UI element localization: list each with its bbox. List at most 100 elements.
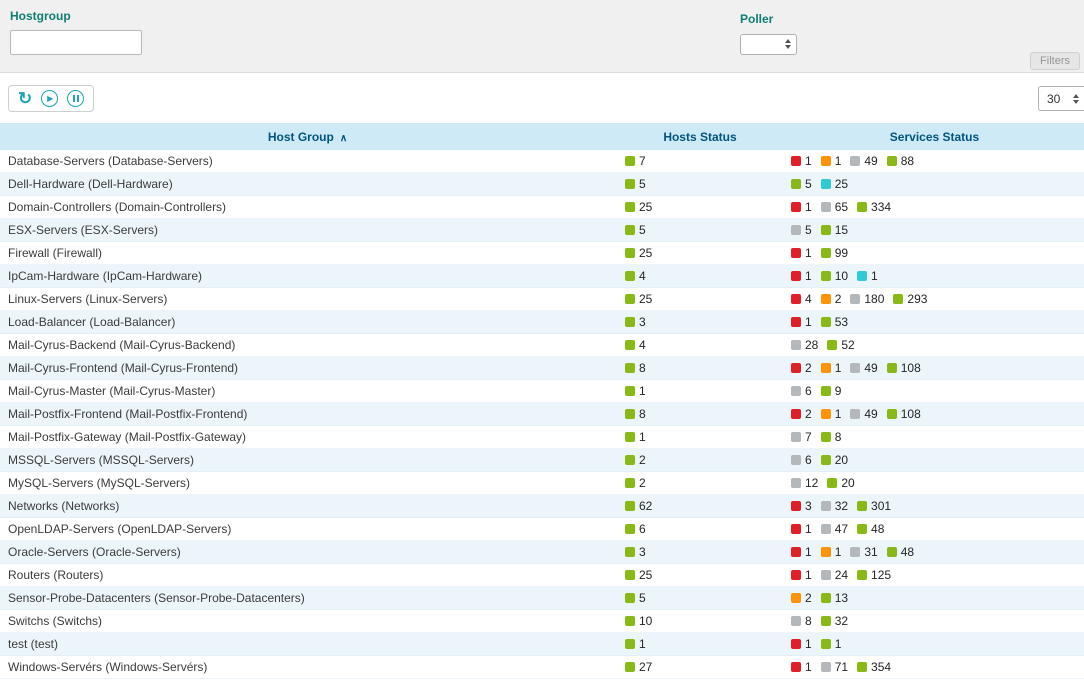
hostgroup-name-link[interactable]: Routers (Routers) bbox=[8, 568, 103, 582]
status-badge-ok[interactable]: 15 bbox=[821, 223, 848, 237]
page-size-select[interactable]: 30 bbox=[1038, 86, 1084, 111]
column-header-hosts-status[interactable]: Hosts Status bbox=[615, 130, 785, 144]
status-badge-up[interactable]: 2 bbox=[625, 453, 646, 467]
status-badge-unknown[interactable]: 28 bbox=[791, 338, 818, 352]
status-badge-unknown[interactable]: 71 bbox=[821, 660, 848, 674]
status-badge-ok[interactable]: 20 bbox=[827, 476, 854, 490]
status-badge-ok[interactable]: 48 bbox=[857, 522, 884, 536]
status-badge-ok[interactable]: 108 bbox=[887, 361, 921, 375]
status-badge-up[interactable]: 25 bbox=[625, 200, 652, 214]
status-badge-up[interactable]: 5 bbox=[625, 591, 646, 605]
status-badge-unknown[interactable]: 65 bbox=[821, 200, 848, 214]
hostgroup-name-link[interactable]: Sensor-Probe-Datacenters (Sensor-Probe-D… bbox=[8, 591, 305, 605]
status-badge-ok[interactable]: 334 bbox=[857, 200, 891, 214]
pause-icon[interactable] bbox=[67, 90, 84, 107]
status-badge-up[interactable]: 25 bbox=[625, 292, 652, 306]
status-badge-unknown[interactable]: 32 bbox=[821, 499, 848, 513]
status-badge-ok[interactable]: 10 bbox=[821, 269, 848, 283]
status-badge-critical[interactable]: 1 bbox=[791, 200, 812, 214]
status-badge-ok[interactable]: 99 bbox=[821, 246, 848, 260]
status-badge-up[interactable]: 7 bbox=[625, 154, 646, 168]
status-badge-ok[interactable]: 293 bbox=[893, 292, 927, 306]
hostgroup-name-link[interactable]: Oracle-Servers (Oracle-Servers) bbox=[8, 545, 181, 559]
hostgroup-name-link[interactable]: Dell-Hardware (Dell-Hardware) bbox=[8, 177, 173, 191]
status-badge-ok[interactable]: 48 bbox=[887, 545, 914, 559]
status-badge-ok[interactable]: 52 bbox=[827, 338, 854, 352]
status-badge-up[interactable]: 2 bbox=[625, 476, 646, 490]
status-badge-critical[interactable]: 2 bbox=[791, 361, 812, 375]
status-badge-pending[interactable]: 1 bbox=[857, 269, 878, 283]
status-badge-up[interactable]: 27 bbox=[625, 660, 652, 674]
status-badge-ok[interactable]: 5 bbox=[791, 177, 812, 191]
play-icon[interactable]: ▶ bbox=[41, 90, 58, 107]
hostgroup-name-link[interactable]: Networks (Networks) bbox=[8, 499, 119, 513]
status-badge-up[interactable]: 4 bbox=[625, 338, 646, 352]
status-badge-ok[interactable]: 8 bbox=[821, 430, 842, 444]
hostgroup-name-link[interactable]: Database-Servers (Database-Servers) bbox=[8, 154, 213, 168]
status-badge-unknown[interactable]: 6 bbox=[791, 453, 812, 467]
hostgroup-name-link[interactable]: Mail-Cyrus-Frontend (Mail-Cyrus-Frontend… bbox=[8, 361, 238, 375]
status-badge-up[interactable]: 5 bbox=[625, 223, 646, 237]
status-badge-critical[interactable]: 1 bbox=[791, 568, 812, 582]
status-badge-up[interactable]: 3 bbox=[625, 545, 646, 559]
status-badge-critical[interactable]: 1 bbox=[791, 269, 812, 283]
hostgroup-input[interactable] bbox=[10, 30, 142, 55]
status-badge-up[interactable]: 8 bbox=[625, 361, 646, 375]
status-badge-unknown[interactable]: 49 bbox=[850, 361, 877, 375]
status-badge-ok[interactable]: 9 bbox=[821, 384, 842, 398]
hostgroup-name-link[interactable]: Load-Balancer (Load-Balancer) bbox=[8, 315, 175, 329]
status-badge-unknown[interactable]: 7 bbox=[791, 430, 812, 444]
status-badge-ok[interactable]: 1 bbox=[821, 637, 842, 651]
status-badge-ok[interactable]: 88 bbox=[887, 154, 914, 168]
column-header-hostgroup[interactable]: Host Group∧ bbox=[0, 130, 615, 144]
status-badge-up[interactable]: 8 bbox=[625, 407, 646, 421]
status-badge-ok[interactable]: 32 bbox=[821, 614, 848, 628]
status-badge-ok[interactable]: 301 bbox=[857, 499, 891, 513]
status-badge-warning[interactable]: 1 bbox=[821, 361, 842, 375]
hostgroup-name-link[interactable]: OpenLDAP-Servers (OpenLDAP-Servers) bbox=[8, 522, 231, 536]
status-badge-critical[interactable]: 1 bbox=[791, 315, 812, 329]
status-badge-unknown[interactable]: 49 bbox=[850, 407, 877, 421]
status-badge-critical[interactable]: 3 bbox=[791, 499, 812, 513]
status-badge-unknown[interactable]: 12 bbox=[791, 476, 818, 490]
status-badge-unknown[interactable]: 180 bbox=[850, 292, 884, 306]
hostgroup-name-link[interactable]: Mail-Postfix-Gateway (Mail-Postfix-Gatew… bbox=[8, 430, 246, 444]
hostgroup-name-link[interactable]: MSSQL-Servers (MSSQL-Servers) bbox=[8, 453, 194, 467]
refresh-icon[interactable]: ↻ bbox=[18, 90, 32, 107]
status-badge-up[interactable]: 5 bbox=[625, 177, 646, 191]
status-badge-pending[interactable]: 25 bbox=[821, 177, 848, 191]
status-badge-warning[interactable]: 1 bbox=[821, 154, 842, 168]
column-header-services-status[interactable]: Services Status bbox=[785, 130, 1084, 144]
hostgroup-name-link[interactable]: Mail-Cyrus-Backend (Mail-Cyrus-Backend) bbox=[8, 338, 235, 352]
status-badge-unknown[interactable]: 49 bbox=[850, 154, 877, 168]
status-badge-critical[interactable]: 4 bbox=[791, 292, 812, 306]
hostgroup-name-link[interactable]: IpCam-Hardware (IpCam-Hardware) bbox=[8, 269, 202, 283]
status-badge-up[interactable]: 1 bbox=[625, 384, 646, 398]
status-badge-unknown[interactable]: 24 bbox=[821, 568, 848, 582]
status-badge-ok[interactable]: 108 bbox=[887, 407, 921, 421]
status-badge-up[interactable]: 1 bbox=[625, 430, 646, 444]
status-badge-critical[interactable]: 1 bbox=[791, 545, 812, 559]
hostgroup-name-link[interactable]: test (test) bbox=[8, 637, 58, 651]
status-badge-up[interactable]: 62 bbox=[625, 499, 652, 513]
status-badge-ok[interactable]: 20 bbox=[821, 453, 848, 467]
status-badge-ok[interactable]: 125 bbox=[857, 568, 891, 582]
hostgroup-name-link[interactable]: Switchs (Switchs) bbox=[8, 614, 102, 628]
status-badge-warning[interactable]: 2 bbox=[821, 292, 842, 306]
hostgroup-name-link[interactable]: Mail-Cyrus-Master (Mail-Cyrus-Master) bbox=[8, 384, 215, 398]
status-badge-critical[interactable]: 1 bbox=[791, 637, 812, 651]
status-badge-unknown[interactable]: 5 bbox=[791, 223, 812, 237]
status-badge-up[interactable]: 1 bbox=[625, 637, 646, 651]
status-badge-warning[interactable]: 2 bbox=[791, 591, 812, 605]
status-badge-critical[interactable]: 1 bbox=[791, 246, 812, 260]
status-badge-up[interactable]: 6 bbox=[625, 522, 646, 536]
status-badge-warning[interactable]: 1 bbox=[821, 407, 842, 421]
poller-select[interactable] bbox=[740, 34, 797, 55]
hostgroup-name-link[interactable]: Linux-Servers (Linux-Servers) bbox=[8, 292, 167, 306]
status-badge-up[interactable]: 25 bbox=[625, 568, 652, 582]
status-badge-critical[interactable]: 1 bbox=[791, 154, 812, 168]
status-badge-warning[interactable]: 1 bbox=[821, 545, 842, 559]
hostgroup-name-link[interactable]: ESX-Servers (ESX-Servers) bbox=[8, 223, 158, 237]
status-badge-up[interactable]: 4 bbox=[625, 269, 646, 283]
hostgroup-name-link[interactable]: Domain-Controllers (Domain-Controllers) bbox=[8, 200, 226, 214]
